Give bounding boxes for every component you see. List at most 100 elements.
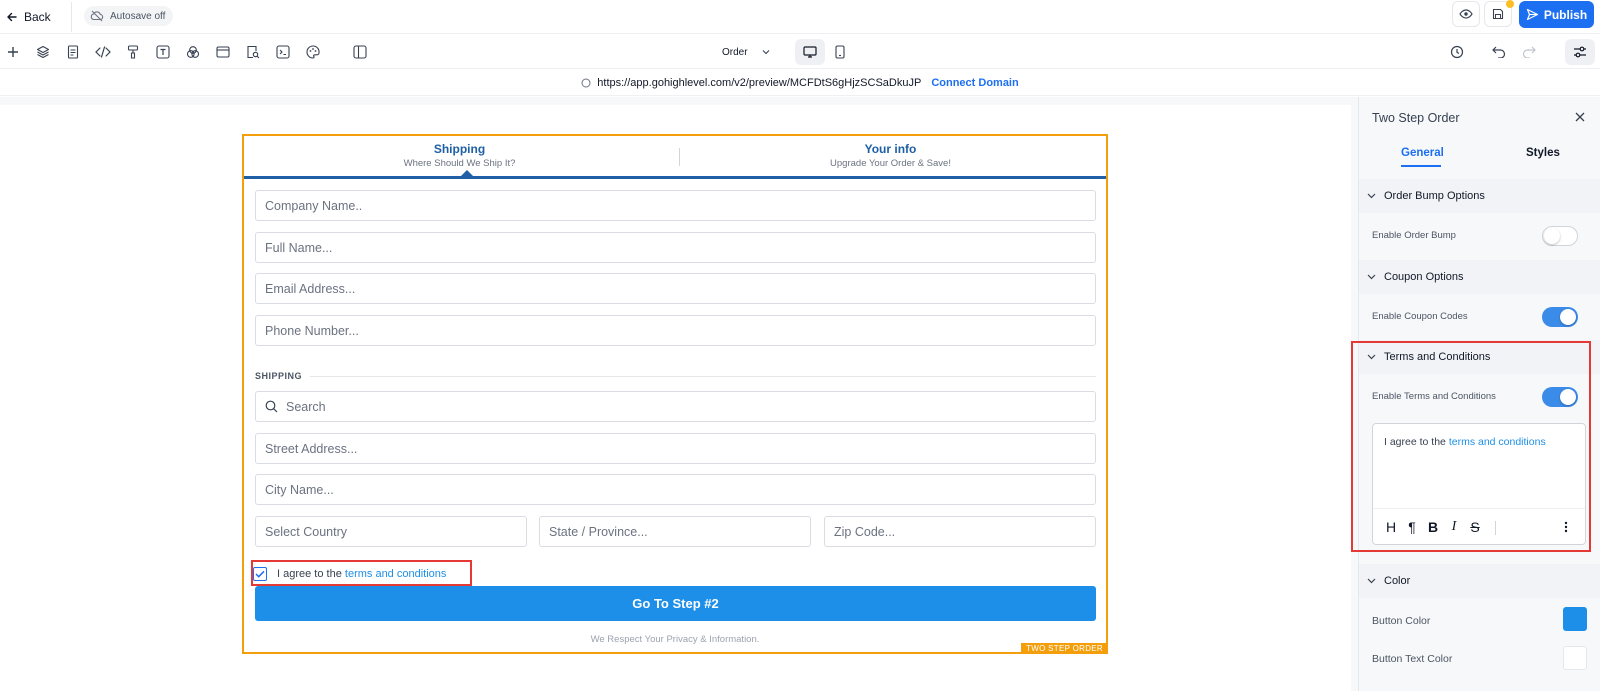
placeholder: State / Province... xyxy=(549,524,648,539)
enable-order-bump-toggle[interactable] xyxy=(1542,226,1578,246)
styles-button[interactable] xyxy=(123,42,143,62)
order-bump-section-header[interactable]: Order Bump Options xyxy=(1359,179,1600,213)
country-select[interactable]: Select Country xyxy=(255,516,527,547)
top-bar: Back Autosave off Publish xyxy=(0,0,1600,34)
desktop-icon xyxy=(803,46,817,58)
code-icon xyxy=(95,46,111,58)
search-icon xyxy=(265,400,278,413)
chevron-down-icon xyxy=(1367,274,1376,280)
tab-styles[interactable]: Styles xyxy=(1526,147,1560,159)
city-input[interactable]: City Name... xyxy=(255,474,1096,505)
theme-button[interactable] xyxy=(303,42,323,62)
preview-url[interactable]: https://app.gohighlevel.com/v2/preview/M… xyxy=(597,77,921,89)
terminal-icon xyxy=(276,45,290,59)
placeholder: Street Address... xyxy=(265,441,358,456)
address-search-input[interactable]: Search xyxy=(255,391,1096,422)
shipping-section-label: SHIPPING xyxy=(255,371,303,381)
close-panel-button[interactable] xyxy=(1572,109,1588,125)
step-subtitle: Upgrade Your Order & Save! xyxy=(830,158,951,169)
step-progress-bar xyxy=(244,176,1106,179)
section-title: Coupon Options xyxy=(1384,271,1464,283)
autosave-label: Autosave off xyxy=(110,10,166,22)
send-icon xyxy=(1526,8,1539,21)
privacy-note: We Respect Your Privacy & Information. xyxy=(590,634,760,645)
back-label: Back xyxy=(24,10,51,24)
redo-icon xyxy=(1522,46,1536,58)
desktop-view-button[interactable] xyxy=(795,39,825,65)
settings-panel-button[interactable] xyxy=(1565,39,1595,65)
publish-label: Publish xyxy=(1543,7,1588,22)
company-name-input[interactable]: Company Name.. xyxy=(255,190,1096,221)
code-button[interactable] xyxy=(93,42,113,62)
placeholder: Select Country xyxy=(265,524,347,539)
colors-button[interactable] xyxy=(183,42,203,62)
popup-button[interactable] xyxy=(213,42,233,62)
chevron-down-icon xyxy=(1367,193,1376,199)
preview-url-bar: https://app.gohighlevel.com/v2/preview/M… xyxy=(0,70,1600,96)
split-view-button[interactable] xyxy=(350,42,370,62)
text-icon xyxy=(156,45,170,59)
element-type-tag: TWO STEP ORDER xyxy=(1021,643,1108,654)
step-your-info-tab[interactable]: Your info Upgrade Your Order & Save! xyxy=(675,136,1106,176)
go-to-step-2-button[interactable]: Go To Step #2 xyxy=(255,586,1096,621)
back-button[interactable]: Back xyxy=(6,7,51,27)
button-text-color-label: Button Text Color xyxy=(1372,653,1453,665)
state-input[interactable]: State / Province... xyxy=(539,516,811,547)
history-button[interactable] xyxy=(1447,42,1467,62)
section-title: Color xyxy=(1384,575,1411,587)
cloud-off-icon xyxy=(90,10,104,22)
mobile-view-button[interactable] xyxy=(828,39,852,65)
email-input[interactable]: Email Address... xyxy=(255,273,1096,304)
page-select[interactable]: Order xyxy=(722,41,770,63)
undo-button[interactable] xyxy=(1489,42,1509,62)
placeholder: Email Address... xyxy=(265,281,356,296)
layers-icon xyxy=(36,45,50,59)
split-view-icon xyxy=(353,45,367,59)
two-step-order-element[interactable]: Shipping Where Should We Ship It? Your i… xyxy=(242,134,1108,654)
text-button[interactable] xyxy=(153,42,173,62)
step-title: Shipping xyxy=(433,142,486,156)
autosave-toggle[interactable]: Autosave off xyxy=(84,6,174,26)
preview-button[interactable] xyxy=(1452,1,1480,27)
placeholder: Phone Number... xyxy=(265,323,359,338)
redo-button[interactable] xyxy=(1519,42,1539,62)
arrow-left-icon xyxy=(6,11,18,23)
coupon-section-header[interactable]: Coupon Options xyxy=(1359,260,1600,294)
enable-coupon-codes-label: Enable Coupon Codes xyxy=(1372,311,1468,322)
zip-code-input[interactable]: Zip Code... xyxy=(824,516,1096,547)
connect-domain-link[interactable]: Connect Domain xyxy=(931,77,1018,89)
builder-toolbar: Order xyxy=(0,35,1600,69)
close-icon xyxy=(1575,112,1585,122)
page-search-icon xyxy=(246,45,260,59)
street-address-input[interactable]: Street Address... xyxy=(255,433,1096,464)
highlight-box xyxy=(1351,341,1591,552)
tracking-code-button[interactable] xyxy=(273,42,293,62)
plus-icon xyxy=(7,46,19,58)
highlight-box xyxy=(251,560,472,586)
placeholder: Zip Code... xyxy=(834,524,896,539)
section-title: Order Bump Options xyxy=(1384,190,1485,202)
seo-button[interactable] xyxy=(243,42,263,62)
button-color-label: Button Color xyxy=(1372,615,1431,627)
globe-icon xyxy=(581,78,591,88)
add-element-button[interactable] xyxy=(3,42,23,62)
step-shipping-tab[interactable]: Shipping Where Should We Ship It? xyxy=(244,136,675,176)
undo-icon xyxy=(1492,46,1506,58)
pages-button[interactable] xyxy=(63,42,83,62)
step-subtitle: Where Should We Ship It? xyxy=(403,158,516,169)
button-text-color-swatch[interactable] xyxy=(1563,646,1587,670)
toggle-knob xyxy=(1560,309,1576,325)
placeholder: City Name... xyxy=(265,482,334,497)
save-icon xyxy=(1492,8,1504,20)
publish-button[interactable]: Publish xyxy=(1519,1,1594,28)
color-circles-icon xyxy=(186,45,200,59)
unsaved-indicator xyxy=(1506,0,1514,8)
button-color-swatch[interactable] xyxy=(1563,607,1587,631)
phone-input[interactable]: Phone Number... xyxy=(255,315,1096,346)
tab-general[interactable]: General xyxy=(1401,147,1444,159)
chevron-down-icon xyxy=(1367,578,1376,584)
color-section-header[interactable]: Color xyxy=(1359,564,1600,598)
enable-coupon-codes-toggle[interactable] xyxy=(1542,307,1578,327)
full-name-input[interactable]: Full Name... xyxy=(255,232,1096,263)
layers-button[interactable] xyxy=(33,42,53,62)
